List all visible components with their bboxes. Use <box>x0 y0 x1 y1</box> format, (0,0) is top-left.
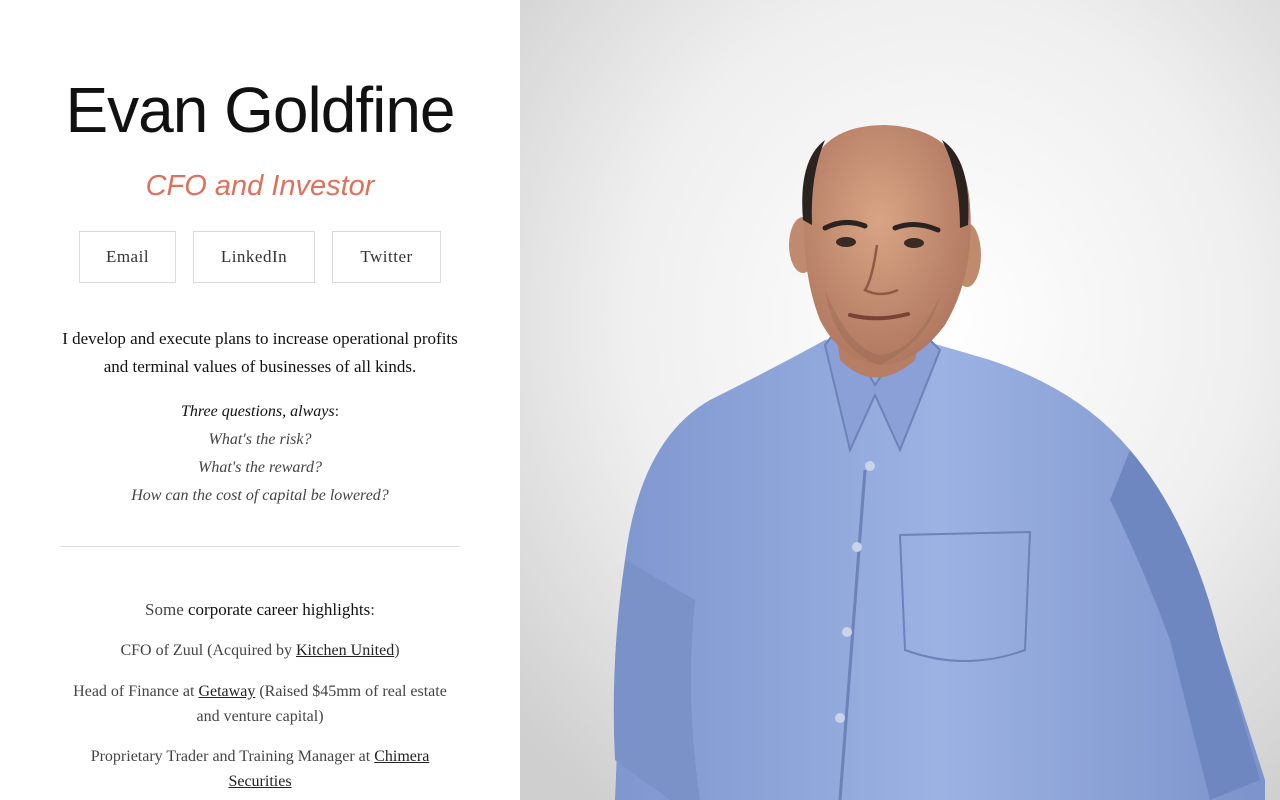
highlights-prefix: Some <box>145 600 189 619</box>
highlights-strong: corporate career highlights <box>188 600 371 619</box>
highlights-title: Some corporate career highlights: <box>0 597 520 623</box>
portrait-illustration <box>520 0 1280 800</box>
profile-panel: Evan Goldfine CFO and Investor Email Lin… <box>0 0 520 800</box>
question-risk: What's the risk? <box>208 431 312 448</box>
highlight-item: CFO of Zuul (Acquired by Kitchen United) <box>60 638 460 663</box>
contact-links: Email LinkedIn Twitter <box>0 231 520 283</box>
highlight-text: CFO of Zuul (Acquired by <box>120 642 296 659</box>
profile-tagline: CFO and Investor <box>145 170 375 202</box>
question-reward: What's the reward? <box>197 459 322 476</box>
highlights-suffix: : <box>370 600 375 619</box>
getaway-link[interactable]: Getaway <box>198 683 255 700</box>
highlight-item: Head of Finance at Getaway (Raised $45mm… <box>60 679 460 729</box>
three-questions: Three questions, always: What's the risk… <box>60 398 460 510</box>
highlight-text: ) <box>394 642 400 659</box>
question-cost-of-capital: How can the cost of capital be lowered? <box>131 487 389 504</box>
questions-lead: Three questions, always <box>180 403 335 420</box>
kitchen-united-link[interactable]: Kitchen United <box>296 642 394 659</box>
email-button[interactable]: Email <box>79 231 176 283</box>
intro-text: I develop and execute plans to increase … <box>62 329 458 376</box>
portrait-photo <box>520 0 1280 800</box>
profile-name: Evan Goldfine <box>65 74 455 146</box>
linkedin-button[interactable]: LinkedIn <box>193 231 315 283</box>
twitter-button[interactable]: Twitter <box>332 231 441 283</box>
section-divider <box>61 546 459 547</box>
highlight-item: Proprietary Trader and Training Manager … <box>60 744 460 794</box>
questions-colon: : <box>334 403 340 420</box>
highlight-text: Head of Finance at <box>73 683 199 700</box>
highlight-text: Proprietary Trader and Training Manager … <box>90 748 375 765</box>
